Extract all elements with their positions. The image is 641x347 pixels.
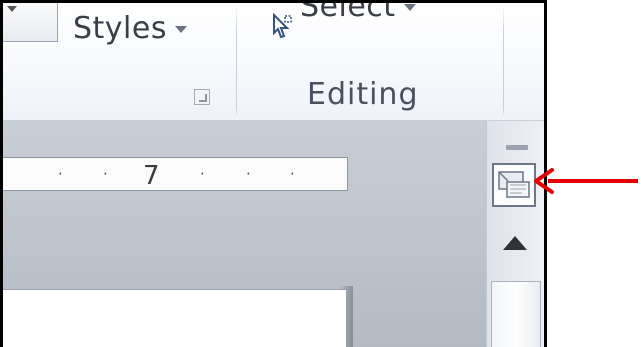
red-arrow-annotation xyxy=(534,168,638,194)
ribbon: Styles Select Editing xyxy=(3,3,544,121)
horizontal-ruler[interactable]: · · 7 · · · xyxy=(3,157,348,191)
scroll-up-icon[interactable] xyxy=(503,236,527,250)
ruler-tick: · xyxy=(58,165,63,183)
document-page[interactable] xyxy=(3,289,347,347)
styles-gallery-more-button[interactable] xyxy=(3,3,58,42)
editing-group-label: Editing xyxy=(307,77,419,112)
group-separator xyxy=(503,3,504,120)
dialog-launcher-icon[interactable] xyxy=(194,89,210,105)
select-label: Select xyxy=(300,0,396,24)
select-button[interactable]: Select xyxy=(300,0,416,24)
ruler-tick: · xyxy=(200,165,205,183)
styles-button[interactable]: Styles xyxy=(73,11,187,46)
scrollbar-thumb[interactable] xyxy=(491,281,541,347)
vertical-scrollbar-column xyxy=(486,121,544,347)
select-cursor-icon xyxy=(273,13,292,39)
chevron-down-icon xyxy=(403,4,416,11)
chevron-down-icon xyxy=(174,26,187,33)
word-window-crop: Styles Select Editing · · 7 · · · xyxy=(0,0,547,347)
chevron-down-icon xyxy=(7,6,17,12)
group-separator xyxy=(236,3,237,120)
split-handle[interactable] xyxy=(506,145,528,150)
ruler-tick: · xyxy=(246,165,251,183)
ruler-tick: · xyxy=(290,165,295,183)
ruler-number: 7 xyxy=(143,161,160,191)
document-area: · · 7 · · · xyxy=(3,121,486,347)
view-ruler-icon xyxy=(498,171,530,198)
ruler-tick: · xyxy=(103,165,108,183)
styles-label: Styles xyxy=(73,11,167,46)
